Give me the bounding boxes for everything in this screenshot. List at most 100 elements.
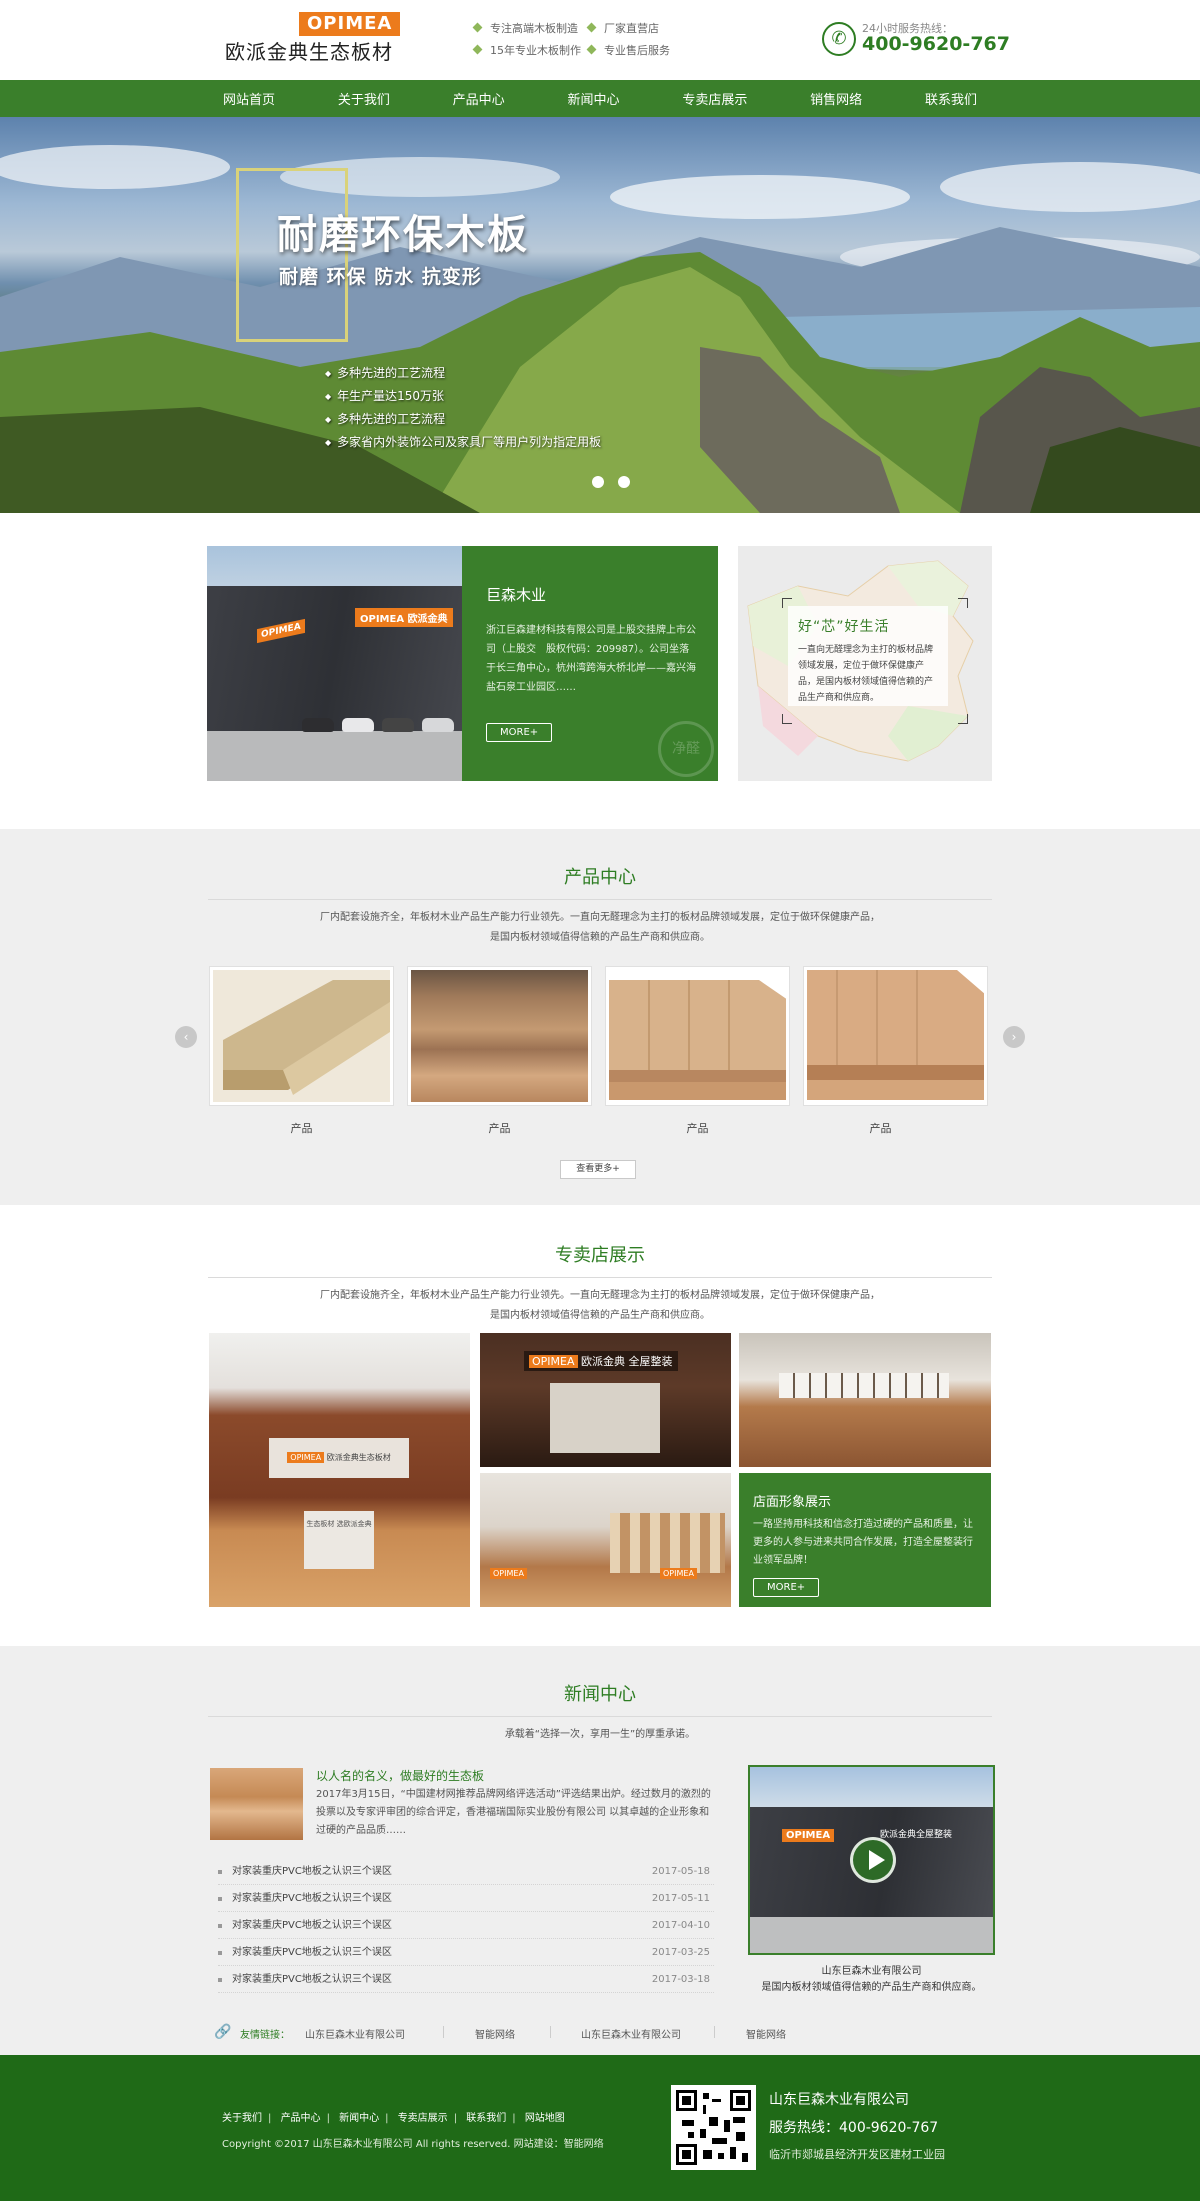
footer-link-products[interactable]: 产品中心 <box>281 2113 321 2124</box>
nav-news[interactable]: 新闻中心 <box>567 89 619 108</box>
slider-dot-2[interactable] <box>618 476 630 488</box>
news-item-title[interactable]: 对家装重庆PVC地板之认识三个误区 <box>232 1920 392 1931</box>
news-item-title[interactable]: 对家装重庆PVC地板之认识三个误区 <box>232 1974 392 1985</box>
feature-item: 厂家直营店 <box>588 20 659 36</box>
corner-mark <box>958 598 968 608</box>
nav-stores[interactable]: 专卖店展示 <box>682 89 747 108</box>
feature-item: 专注高端木板制造 <box>474 20 578 36</box>
news-tagline: 承载着“选择一次，享用一生”的厚重承诺。 <box>504 1729 696 1740</box>
hotline-number: 400-9620-767 <box>862 33 1010 55</box>
feature-item: 专业售后服务 <box>588 42 670 58</box>
friend-links: 🔗 友情链接： 山东巨森木业有限公司 智能网络 山东巨森木业有限公司 智能网络 <box>214 2024 814 2042</box>
product-image <box>609 970 786 1102</box>
qr-code-pattern <box>676 2090 751 2165</box>
store-photo-hall[interactable] <box>739 1333 991 1467</box>
store-card: 店面形象展示 一路坚持用科技和信念打造过硬的产品和质量，让更多的人参与进来共同合… <box>739 1473 991 1607</box>
showroom-sign-brand: OPIMEA <box>529 1355 578 1368</box>
slider-dot-1[interactable] <box>592 476 604 488</box>
banner-bullet: 多家省内外装饰公司及家具厂等用户列为指定用板 <box>325 431 601 454</box>
footer-link-contact[interactable]: 联系我们 <box>466 2113 506 2124</box>
footer-link-about[interactable]: 关于我们 <box>222 2113 262 2124</box>
about-more-button[interactable]: MORE+ <box>486 723 553 742</box>
news-item-date: 2017-04-10 <box>651 1920 710 1931</box>
news-item[interactable]: 对家装重庆PVC地板之认识三个误区 2017-05-18 <box>218 1858 714 1885</box>
news-item-title[interactable]: 对家装重庆PVC地板之认识三个误区 <box>232 1866 392 1877</box>
logo-name: 欧派金典生态板材 <box>225 40 393 64</box>
product-label[interactable]: 产品 <box>407 1120 592 1136</box>
nav-products[interactable]: 产品中心 <box>453 89 505 108</box>
section-divider <box>208 1277 992 1278</box>
product-card[interactable] <box>803 966 988 1106</box>
reception-counter: 生态板材 选欧派金典 <box>304 1511 374 1569</box>
product-card[interactable] <box>407 966 592 1106</box>
china-map-panel: 好“芯”好生活 一直向无醛理念为主打的板材品牌领域发展，定位于做环保健康产品，是… <box>738 546 992 781</box>
news-item[interactable]: 对家装重庆PVC地板之认识三个误区 2017-03-25 <box>218 1939 714 1966</box>
footer-nav: 关于我们 | 产品中心 | 新闻中心 | 专卖店展示 | 联系我们 | 网站地图 <box>222 2113 565 2124</box>
site-footer: 关于我们 | 产品中心 | 新闻中心 | 专卖店展示 | 联系我们 | 网站地图 Copy… <box>0 2055 1200 2201</box>
footer-link-sitemap[interactable]: 网站地图 <box>525 2113 565 2124</box>
news-item[interactable]: 对家装重庆PVC地板之认识三个误区 2017-03-18 <box>218 1966 714 1993</box>
store-photo-reception[interactable]: OPIMEA 欧派金典生态板材 生态板材 选欧派金典 <box>209 1333 470 1607</box>
news-item-title[interactable]: 对家装重庆PVC地板之认识三个误区 <box>232 1893 392 1904</box>
wood-beams-image <box>223 980 390 1095</box>
store-photo-showroom[interactable]: OPIMEA 欧派金典 全屋整装 <box>480 1333 731 1467</box>
video-sign: OPIMEA <box>782 1829 835 1842</box>
banner-title: 耐磨环保木板 <box>277 212 529 258</box>
nav-sales-network[interactable]: 销售网络 <box>810 89 862 108</box>
friend-link[interactable]: 山东巨森木业有限公司 <box>305 2026 405 2041</box>
news-item-date: 2017-03-18 <box>651 1974 710 1985</box>
qr-code-icon <box>671 2085 756 2170</box>
video-caption: 是国内板材领域值得信赖的产品生产商和供应商。 <box>761 1982 982 1993</box>
video-sign-cn: 欧派金典全屋整装 <box>880 1830 953 1840</box>
store-card-text: 一路坚持用科技和信念打造过硬的产品和质量，让更多的人参与进来共同合作发展，打造全… <box>753 1519 973 1566</box>
footer-link-news[interactable]: 新闻中心 <box>339 2113 379 2124</box>
about-section: OPIMEA OPIMEA 欧派金典 巨森木业 浙江巨森建材科技有限公司是上股交… <box>0 513 1200 829</box>
banner-bullet: 多种先进的工艺流程 <box>325 362 601 385</box>
nav-home[interactable]: 网站首页 <box>223 89 275 108</box>
news-item[interactable]: 对家装重庆PVC地板之认识三个误区 2017-05-11 <box>218 1885 714 1912</box>
company-video[interactable]: OPIMEA 欧派金典全屋整装 <box>748 1765 995 1955</box>
parking-lot <box>207 731 462 781</box>
products-prev-arrow[interactable]: ‹ <box>175 1026 197 1048</box>
link-separator <box>714 2026 715 2038</box>
play-icon[interactable] <box>850 1837 896 1883</box>
map-card: 好“芯”好生活 一直向无醛理念为主打的板材品牌领域发展，定位于做环保健康产品，是… <box>788 606 948 706</box>
products-view-more-button[interactable]: 查看更多+ <box>560 1160 636 1179</box>
showroom-sign-full: 欧派金典 全屋整装 <box>581 1355 673 1368</box>
link-separator <box>550 2026 551 2038</box>
hero-banner: 耐磨环保木板 耐磨 环保 防水 抗变形 多种先进的工艺流程 年生产量达150万张… <box>0 117 1200 513</box>
news-item[interactable]: 对家装重庆PVC地板之认识三个误区 2017-04-10 <box>218 1912 714 1939</box>
display-sign: OPIMEA <box>490 1568 527 1579</box>
main-nav: 网站首页 关于我们 产品中心 新闻中心 专卖店展示 销售网络 联系我们 <box>0 80 1200 117</box>
product-label[interactable]: 产品 <box>605 1120 790 1136</box>
product-card[interactable] <box>209 966 394 1106</box>
building-sign: OPIMEA 欧派金典 <box>355 608 453 627</box>
link-separator <box>443 2026 444 2038</box>
friend-link[interactable]: 智能网络 <box>746 2026 786 2041</box>
cars <box>302 718 462 738</box>
friend-link[interactable]: 山东巨森木业有限公司 <box>581 2026 681 2041</box>
banner-bullet: 年生产量达150万张 <box>325 385 601 408</box>
store-photo-display-wall[interactable]: OPIMEA OPIMEA <box>480 1473 731 1607</box>
banner-bullet: 多种先进的工艺流程 <box>325 408 601 431</box>
about-title: 巨森木业 <box>486 586 547 604</box>
store-more-button[interactable]: MORE+ <box>753 1578 820 1597</box>
showroom-display <box>550 1383 660 1453</box>
stores-title: 专卖店展示 <box>555 1245 645 1266</box>
nav-about[interactable]: 关于我们 <box>338 89 390 108</box>
nav-contact[interactable]: 联系我们 <box>925 89 977 108</box>
featured-news-image[interactable] <box>210 1768 303 1840</box>
footer-link-stores[interactable]: 专卖店展示 <box>398 2113 448 2124</box>
product-card[interactable] <box>605 966 790 1106</box>
product-image <box>807 970 984 1102</box>
product-label[interactable]: 产品 <box>209 1120 394 1136</box>
products-next-arrow[interactable]: › <box>1003 1026 1025 1048</box>
featured-news-title[interactable]: 以人名的名义，做最好的生态板 <box>316 1767 484 1784</box>
friend-link[interactable]: 智能网络 <box>475 2026 515 2041</box>
product-label[interactable]: 产品 <box>788 1120 973 1136</box>
news-item-title[interactable]: 对家装重庆PVC地板之认识三个误区 <box>232 1947 392 1958</box>
banner-subtitle: 耐磨 环保 防水 抗变形 <box>279 266 482 288</box>
building-sign-brand: OPIMEA <box>360 614 405 625</box>
copyright: Copyright ©2017 山东巨森木业有限公司 All rights re… <box>222 2139 604 2150</box>
store-card-title: 店面形象展示 <box>753 1495 832 1510</box>
